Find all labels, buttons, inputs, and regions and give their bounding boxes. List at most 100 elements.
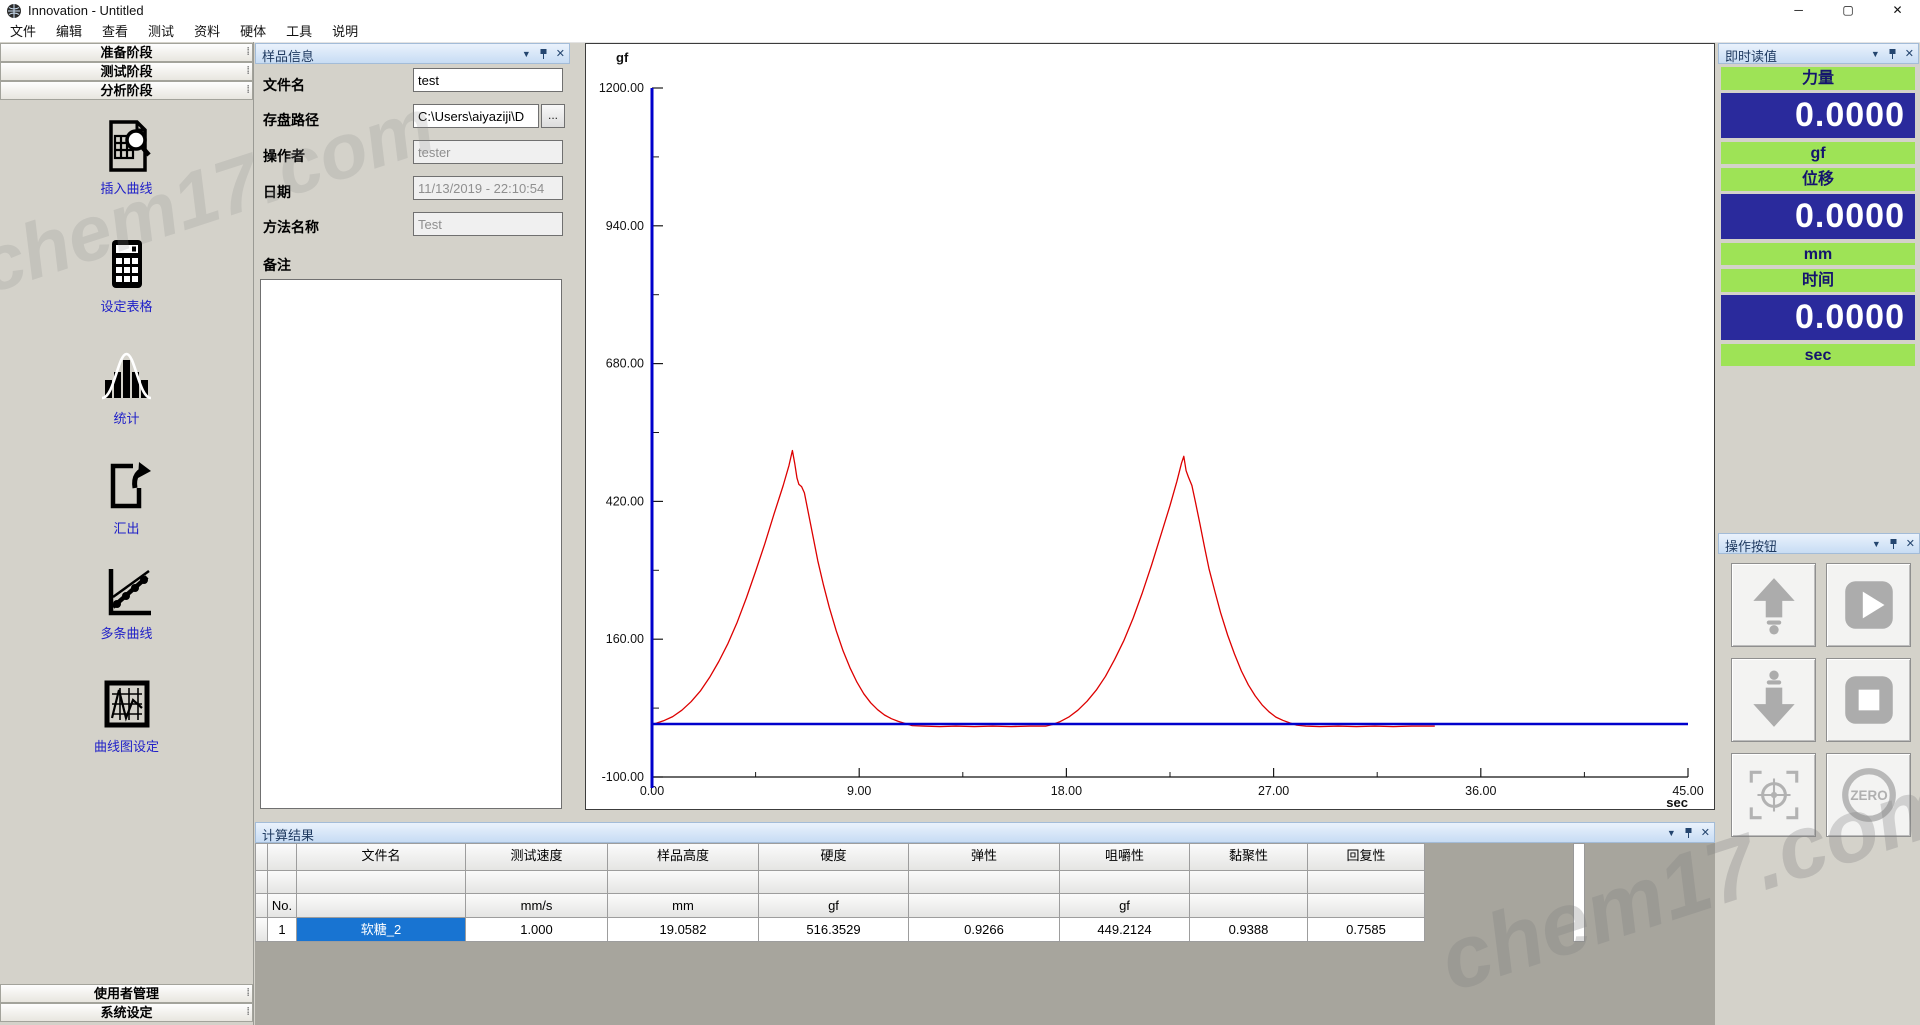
force-time-chart: -100.00160.00420.00680.00940.001200.000.… [586, 44, 1714, 809]
pin-icon[interactable] [1889, 538, 1898, 550]
grip-icon: ⁞ [246, 63, 249, 80]
tool-label: 统计 [0, 408, 253, 427]
remark-textarea[interactable] [260, 279, 562, 809]
curve-settings-icon [99, 676, 155, 732]
file-name-cell[interactable]: 软糖_2 [296, 917, 466, 942]
unit-cell [908, 893, 1060, 918]
close-icon[interactable]: ✕ [556, 47, 565, 61]
pin-icon[interactable] [1888, 48, 1897, 60]
force-curve [656, 451, 1435, 727]
grip-icon: ⁞ [246, 82, 249, 99]
jog-down-button[interactable] [1731, 658, 1816, 742]
set-table-icon [99, 236, 155, 292]
menu-item-3[interactable]: 查看 [92, 22, 138, 42]
result-value-cell[interactable]: 0.9388 [1189, 917, 1308, 942]
stage-button-2[interactable]: 测试阶段⁞ [0, 62, 253, 81]
scroll-strip [1573, 843, 1585, 942]
chevron-down-icon[interactable]: ▼ [522, 47, 531, 61]
empty-header-cell [296, 870, 466, 894]
reading-unit-mm: mm [1721, 243, 1915, 265]
reading-value-gf: 0.0000 [1721, 93, 1915, 138]
menu-item-4[interactable]: 测试 [138, 22, 184, 42]
field-input-4 [413, 176, 563, 200]
grip-icon: ⁞ [246, 985, 249, 1002]
pin-icon[interactable] [1684, 827, 1693, 839]
close-icon[interactable]: ✕ [1905, 47, 1914, 61]
sidebar-tool-set-table[interactable]: 设定表格 [0, 236, 253, 315]
stop-button[interactable] [1826, 658, 1911, 742]
sidebar-bottom-button-2[interactable]: 系统设定⁞ [0, 1003, 253, 1022]
result-value-cell[interactable]: 516.3529 [758, 917, 909, 942]
sidebar-tool-statistics[interactable]: 统计 [0, 348, 253, 427]
y-tick-label: -100.00 [602, 770, 644, 784]
result-value-cell[interactable]: 19.0582 [607, 917, 759, 942]
column-header: 黏聚性 [1189, 843, 1308, 871]
jog-up-button[interactable] [1731, 563, 1816, 647]
operation-buttons-panel: 操作按钮 ▼ ✕ ZERO [1718, 533, 1920, 1025]
panel-header-icons: ▼✕ [1863, 47, 1914, 61]
y-tick-label: 1200.00 [599, 81, 644, 95]
result-value-cell[interactable]: 449.2124 [1059, 917, 1190, 942]
chevron-down-icon[interactable]: ▼ [1667, 826, 1676, 840]
column-header: 弹性 [908, 843, 1060, 871]
result-value-cell[interactable]: 1.000 [465, 917, 608, 942]
menu-item-5[interactable]: 资料 [184, 22, 230, 42]
stage-button-1[interactable]: 准备阶段⁞ [0, 43, 253, 62]
menu-item-7[interactable]: 工具 [276, 22, 322, 42]
x-tick-label: 9.00 [847, 784, 871, 798]
sidebar-tool-export[interactable]: 汇出 [0, 458, 253, 537]
grip-icon: ⁞ [246, 1004, 249, 1021]
field-input-2[interactable] [413, 104, 539, 128]
y-tick-label: 420.00 [606, 494, 644, 508]
sidebar-tool-curve-settings[interactable]: 曲线图设定 [0, 676, 253, 755]
unit-cell [1307, 893, 1425, 918]
close-icon[interactable]: ✕ [1906, 537, 1915, 551]
chevron-down-icon[interactable]: ▼ [1871, 47, 1880, 61]
panel-title: 即时读值 [1725, 46, 1777, 65]
pin-icon[interactable] [539, 48, 548, 60]
grip-icon: ⁞ [246, 44, 249, 61]
close-icon[interactable]: ✕ [1701, 826, 1710, 840]
field-label-3: 操作者 [263, 146, 305, 166]
sample-info-header: 样品信息 ▼ ✕ [255, 43, 570, 64]
operation-buttons-header: 操作按钮 ▼ ✕ [1718, 533, 1920, 554]
column-header: 回复性 [1307, 843, 1425, 871]
no-label-cell: No. [267, 893, 297, 918]
close-button[interactable]: ✕ [1875, 0, 1920, 22]
start-button[interactable] [1826, 563, 1911, 647]
maximize-button[interactable]: ▢ [1826, 0, 1871, 22]
chevron-down-icon[interactable]: ▼ [1872, 537, 1881, 551]
sidebar-tool-insert-curve[interactable]: 插入曲线 [0, 118, 253, 197]
chart-panel: -100.00160.00420.00680.00940.001200.000.… [585, 43, 1715, 810]
sidebar-tool-multi-curve[interactable]: 多条曲线 [0, 563, 253, 642]
down-arrow-icon [1743, 669, 1805, 731]
stop-icon [1838, 669, 1900, 731]
result-value-cell[interactable]: 0.9266 [908, 917, 1060, 942]
result-value-cell[interactable]: 0.7585 [1307, 917, 1425, 942]
reading-unit-sec: sec [1721, 344, 1915, 366]
sidebar-bottom-button-1[interactable]: 使用者管理⁞ [0, 984, 253, 1003]
position-target-button[interactable] [1731, 753, 1816, 837]
menu-item-8[interactable]: 说明 [322, 22, 368, 42]
sample-info-panel: 样品信息 ▼✕ 文件名存盘路径...操作者日期方法名称备注 [255, 43, 570, 818]
empty-header-cell [1307, 870, 1425, 894]
menu-item-2[interactable]: 编辑 [46, 22, 92, 42]
export-icon [99, 458, 155, 514]
stage-button-3[interactable]: 分析阶段⁞ [0, 81, 253, 100]
panel-header-icons: ▼✕ [1659, 826, 1710, 840]
x-axis-unit-label: sec [1666, 795, 1688, 809]
empty-header-cell [607, 870, 759, 894]
statistics-icon [99, 348, 155, 404]
zero-button[interactable]: ZERO [1826, 753, 1911, 837]
field-input-1[interactable] [413, 68, 563, 92]
svg-text:ZERO: ZERO [1850, 788, 1887, 803]
live-readings-header: 即时读值 ▼✕ [1718, 43, 1919, 64]
menu-item-1[interactable]: 文件 [0, 22, 46, 42]
minimize-button[interactable]: ─ [1776, 0, 1821, 22]
tool-label: 多条曲线 [0, 623, 253, 642]
panel-title: 操作按钮 [1725, 536, 1777, 555]
panel-title: 样品信息 [262, 46, 314, 65]
menu-item-6[interactable]: 硬体 [230, 22, 276, 42]
browse-button[interactable]: ... [541, 104, 565, 128]
row-number-cell[interactable]: 1 [267, 917, 297, 942]
